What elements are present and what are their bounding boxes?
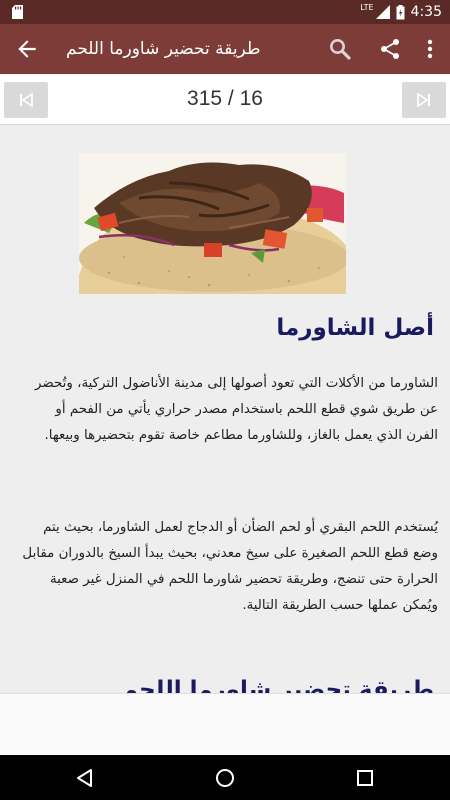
more-vert-icon[interactable] [420, 37, 440, 61]
home-circle-icon[interactable] [213, 766, 237, 790]
page-counter: 315 / 16 [187, 87, 263, 110]
system-nav-bar [0, 755, 450, 800]
article-paragraph: يُستخدم اللحم البقري أو لحم الضأن أو الد… [22, 520, 438, 613]
back-triangle-icon[interactable] [73, 766, 97, 790]
share-icon[interactable] [378, 37, 402, 61]
battery-icon [396, 4, 405, 19]
sd-card-icon [12, 5, 23, 19]
app-bar: طريقة تحضير شاورما اللحم [0, 24, 450, 74]
skip-last-icon [417, 92, 430, 108]
next-section-heading: طريقة تحضير شاورما اللحم [121, 677, 434, 693]
signal-icon [375, 5, 390, 19]
recents-square-icon[interactable] [353, 766, 377, 790]
search-icon[interactable] [328, 37, 352, 61]
page-title: طريقة تحضير شاورما اللحم [66, 39, 261, 59]
ad-banner[interactable] [0, 693, 450, 756]
article-heading: أصل الشاورما [276, 315, 434, 341]
shawarma-photo [79, 153, 346, 294]
last-page-button[interactable] [402, 82, 446, 118]
clock: 4:35 [410, 4, 442, 20]
network-type: LTE [360, 2, 374, 12]
status-bar: LTE 4:35 [0, 0, 450, 24]
article-content: أصل الشاورما الشاورما من الأكلات التي تع… [0, 125, 450, 693]
pager: 315 / 16 [0, 74, 450, 125]
arrow-back-icon[interactable] [14, 36, 40, 62]
article-paragraph: الشاورما من الأكلات التي تعود أصولها إلى… [35, 376, 438, 443]
